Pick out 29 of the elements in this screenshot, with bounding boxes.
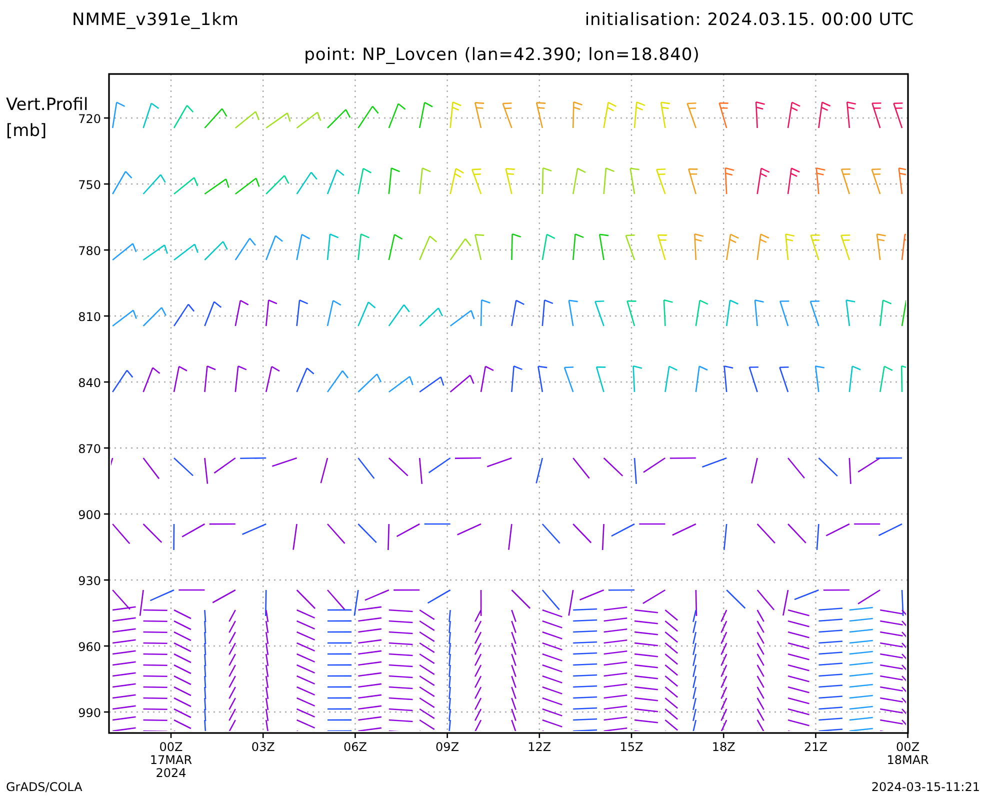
y-axis-title: [mb] (6, 121, 47, 141)
x-axis-label: 21Z (804, 740, 828, 754)
x-axis-label: 03Z (251, 740, 275, 754)
y-axis-title: Vert.Profil (6, 95, 88, 115)
x-axis-label: 18Z (712, 740, 736, 754)
plot-timestamp: 2024-03-15-11:21 (871, 780, 980, 796)
initialisation-time: initialisation: 2024.03.15. 00:00 UTC (584, 10, 914, 30)
y-axis-label: 900 (78, 508, 101, 522)
x-axis-label: 00Z (159, 740, 183, 754)
y-axis-label: 870 (78, 442, 101, 456)
x-axis-label: 00Z (896, 740, 920, 754)
y-axis-label: 780 (78, 244, 101, 258)
y-axis-label: 990 (78, 706, 101, 720)
y-axis-label: 810 (78, 310, 101, 324)
x-axis-label: 2024 (156, 766, 186, 780)
x-axis-label: 17MAR (150, 753, 192, 767)
y-axis-label: 840 (78, 376, 101, 390)
x-axis-label: 18MAR (886, 753, 929, 767)
x-axis-label: 12Z (528, 740, 552, 754)
y-axis-label: 960 (78, 640, 101, 654)
model-name: NMME_v391e_1km (72, 10, 239, 30)
y-axis-label: 930 (78, 574, 101, 588)
x-axis-label: 06Z (343, 740, 367, 754)
y-axis-label: 750 (78, 178, 101, 192)
software-credit: GrADS/COLA (6, 780, 82, 796)
x-axis-label: 09Z (436, 740, 460, 754)
plot-title: point: NP_Lovcen (lan=42.390; lon=18.840) (304, 45, 700, 65)
x-axis-label: 15Z (620, 740, 644, 754)
y-axis-label: 720 (78, 112, 101, 126)
